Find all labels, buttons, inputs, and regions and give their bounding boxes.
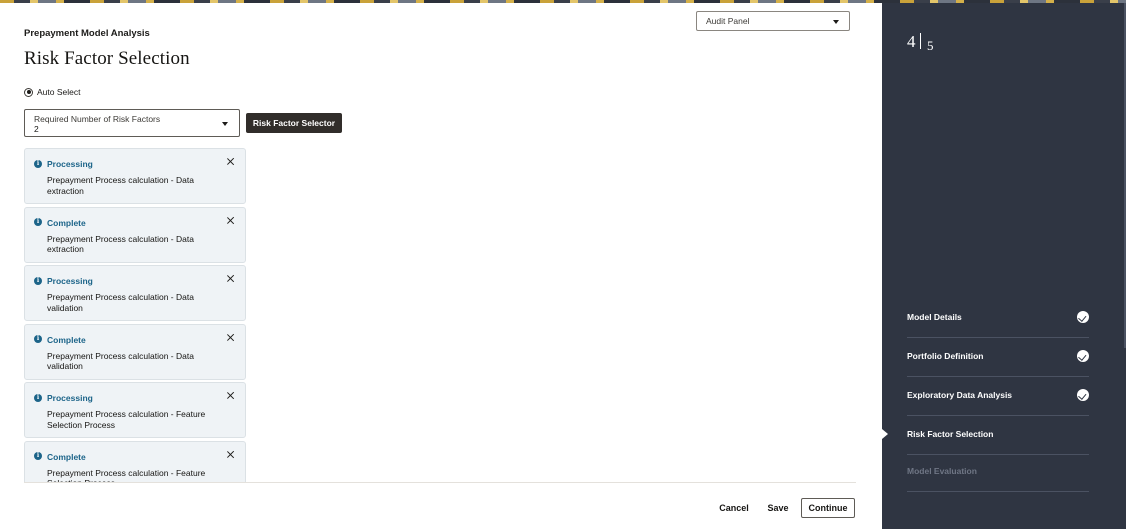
info-icon: i	[34, 452, 42, 460]
message-card: i Processing Prepayment Process calculat…	[24, 148, 246, 204]
required-risk-factors-select[interactable]: Required Number of Risk Factors 2	[24, 109, 240, 137]
step-portfolio-definition[interactable]: Portfolio Definition	[907, 339, 1089, 377]
save-button[interactable]: Save	[762, 498, 794, 518]
info-icon: i	[34, 159, 42, 168]
step-label: Portfolio Definition	[907, 351, 984, 361]
message-card: i Complete Prepayment Process calculatio…	[24, 206, 246, 263]
message-status: Complete	[47, 451, 86, 462]
audit-panel-value: Audit Panel	[706, 16, 750, 26]
radio-selected-icon[interactable]	[24, 87, 33, 97]
message-card: i Processing Prepayment Process calculat…	[24, 382, 246, 438]
auto-select-option[interactable]: Auto Select	[24, 86, 80, 98]
message-text: Prepayment Process calculation - Feature…	[47, 467, 206, 484]
info-icon: i	[34, 218, 42, 226]
message-status: Processing	[47, 276, 93, 286]
message-status: Processing	[47, 159, 93, 169]
auto-select-label: Auto Select	[37, 87, 81, 97]
info-icon: i	[34, 276, 42, 285]
cancel-button[interactable]: Cancel	[714, 498, 754, 518]
close-icon[interactable]	[225, 273, 237, 285]
continue-button[interactable]: Continue	[801, 498, 855, 518]
message-card: i Complete Prepayment Process calculatio…	[24, 440, 246, 484]
check-circle-icon	[1077, 389, 1089, 401]
message-card: i Processing Prepayment Process calculat…	[24, 265, 246, 321]
close-icon[interactable]	[225, 156, 237, 168]
required-risk-factors-value: 2	[34, 124, 39, 134]
close-icon[interactable]	[225, 215, 237, 227]
chevron-down-icon	[833, 20, 839, 24]
audit-panel-select[interactable]: Audit Panel	[696, 11, 850, 31]
required-risk-factors-label: Required Number of Risk Factors	[34, 114, 161, 124]
message-text: Prepayment Process calculation - Data va…	[47, 350, 194, 372]
message-list[interactable]: i Processing Prepayment Process calculat…	[24, 148, 247, 483]
step-model-evaluation: Model Evaluation	[907, 454, 1089, 492]
message-status: Complete	[47, 334, 86, 345]
message-text: Prepayment Process calculation - Data ex…	[47, 233, 194, 255]
step-train-panel: 4 5 Model Details Portfolio Definition E…	[882, 3, 1126, 529]
message-status: Processing	[47, 393, 93, 403]
message-text: Prepayment Process calculation - Feature…	[47, 409, 206, 430]
step-current: 4	[907, 32, 916, 51]
check-circle-icon	[1077, 311, 1089, 323]
step-label: Model Evaluation	[907, 466, 977, 476]
main-content: Prepayment Model Analysis Risk Factor Se…	[0, 3, 882, 529]
step-separator	[920, 33, 921, 49]
current-step-marker-icon	[882, 429, 888, 439]
message-card: i Complete Prepayment Process calculatio…	[24, 323, 246, 380]
check-circle-icon	[1077, 350, 1089, 362]
page-title: Risk Factor Selection	[24, 48, 190, 69]
risk-factor-selector-button[interactable]: Risk Factor Selector	[246, 113, 342, 133]
info-icon: i	[34, 393, 42, 402]
step-label: Model Details	[907, 312, 962, 322]
close-icon[interactable]	[225, 390, 237, 402]
message-status: Complete	[47, 217, 86, 228]
step-model-details[interactable]: Model Details	[907, 300, 1089, 338]
close-icon[interactable]	[225, 449, 237, 461]
info-icon: i	[34, 335, 42, 343]
step-risk-factor-selection[interactable]: Risk Factor Selection	[907, 417, 1089, 455]
chevron-down-icon	[222, 122, 228, 126]
close-icon[interactable]	[225, 332, 237, 344]
message-text: Prepayment Process calculation - Data ex…	[47, 175, 194, 196]
step-total: 5	[927, 38, 934, 53]
step-label: Risk Factor Selection	[907, 429, 994, 439]
footer-divider	[24, 482, 856, 483]
step-exploratory-data-analysis[interactable]: Exploratory Data Analysis	[907, 378, 1089, 416]
message-text: Prepayment Process calculation - Data va…	[47, 292, 194, 313]
page-eyebrow: Prepayment Model Analysis	[24, 28, 150, 39]
step-label: Exploratory Data Analysis	[907, 390, 1013, 400]
